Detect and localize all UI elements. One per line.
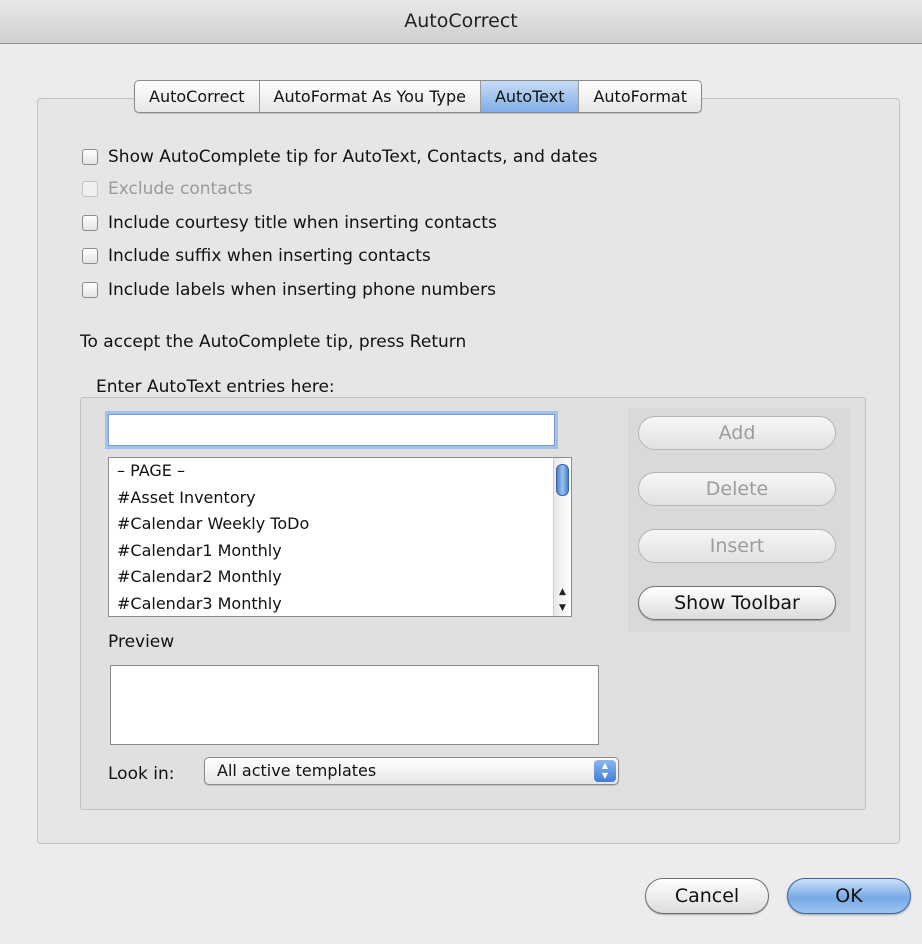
show-autocomplete-tip-checkbox[interactable] bbox=[82, 149, 98, 165]
option-exclude-contacts: Exclude contacts bbox=[82, 177, 252, 201]
preview-label: Preview bbox=[108, 632, 175, 652]
insert-button[interactable]: Insert bbox=[638, 529, 836, 563]
look-in-selected-value: All active templates bbox=[217, 761, 377, 780]
list-item[interactable]: #Calendar3 Monthly bbox=[109, 591, 553, 617]
include-courtesy-title-label: Include courtesy title when inserting co… bbox=[108, 213, 497, 233]
include-suffix-checkbox[interactable] bbox=[82, 248, 98, 264]
look-in-select[interactable]: All active templates ▲ ▼ bbox=[204, 757, 619, 785]
option-show-autocomplete-tip[interactable]: Show AutoComplete tip for AutoText, Cont… bbox=[82, 145, 597, 169]
list-item[interactable]: #Calendar1 Monthly bbox=[109, 538, 553, 565]
scroll-up-arrow-icon[interactable]: ▲ bbox=[554, 584, 571, 600]
show-toolbar-button[interactable]: Show Toolbar bbox=[638, 586, 836, 620]
exclude-contacts-checkbox bbox=[82, 181, 98, 197]
include-phone-labels-checkbox[interactable] bbox=[82, 282, 98, 298]
delete-button[interactable]: Delete bbox=[638, 472, 836, 506]
window-title-bar[interactable]: AutoCorrect bbox=[0, 0, 922, 44]
autotext-entry-input[interactable] bbox=[108, 414, 555, 446]
scroll-down-arrow-icon[interactable]: ▼ bbox=[554, 600, 571, 616]
include-phone-labels-label: Include labels when inserting phone numb… bbox=[108, 280, 496, 300]
list-item[interactable]: #Calendar2 Monthly bbox=[109, 564, 553, 591]
autotext-entries-list[interactable]: – PAGE – #Asset Inventory #Calendar Week… bbox=[108, 457, 572, 617]
list-item[interactable]: – PAGE – bbox=[109, 458, 553, 485]
select-arrows-icon: ▲ ▼ bbox=[594, 760, 616, 782]
list-item[interactable]: #Asset Inventory bbox=[109, 485, 553, 512]
include-courtesy-title-checkbox[interactable] bbox=[82, 215, 98, 231]
autotext-entries-label: Enter AutoText entries here: bbox=[96, 377, 335, 397]
tab-autotext[interactable]: AutoText bbox=[480, 81, 580, 112]
cancel-button[interactable]: Cancel bbox=[645, 878, 769, 914]
include-suffix-label: Include suffix when inserting contacts bbox=[108, 246, 431, 266]
tab-bar: AutoCorrect AutoFormat As You Type AutoT… bbox=[134, 80, 702, 113]
option-include-phone-labels[interactable]: Include labels when inserting phone numb… bbox=[82, 278, 496, 302]
option-include-suffix[interactable]: Include suffix when inserting contacts bbox=[82, 244, 431, 268]
show-autocomplete-tip-label: Show AutoComplete tip for AutoText, Cont… bbox=[108, 147, 598, 167]
dialog-body: AutoCorrect AutoFormat As You Type AutoT… bbox=[0, 44, 922, 944]
ok-button[interactable]: OK bbox=[787, 878, 911, 914]
add-button[interactable]: Add bbox=[638, 416, 836, 450]
option-include-courtesy-title[interactable]: Include courtesy title when inserting co… bbox=[82, 211, 497, 235]
tab-autocorrect[interactable]: AutoCorrect bbox=[135, 81, 260, 112]
tab-autoformat[interactable]: AutoFormat bbox=[579, 81, 701, 112]
list-item[interactable]: #Calendar Weekly ToDo bbox=[109, 511, 553, 538]
preview-area bbox=[110, 665, 599, 745]
window-title: AutoCorrect bbox=[404, 10, 518, 32]
look-in-label: Look in: bbox=[108, 764, 175, 784]
list-scrollbar[interactable]: ▲ ▼ bbox=[553, 458, 571, 616]
scrollbar-thumb[interactable] bbox=[556, 464, 569, 496]
autocomplete-hint-text: To accept the AutoComplete tip, press Re… bbox=[80, 332, 467, 352]
tab-autoformat-as-you-type[interactable]: AutoFormat As You Type bbox=[260, 81, 481, 112]
exclude-contacts-label: Exclude contacts bbox=[108, 179, 253, 199]
